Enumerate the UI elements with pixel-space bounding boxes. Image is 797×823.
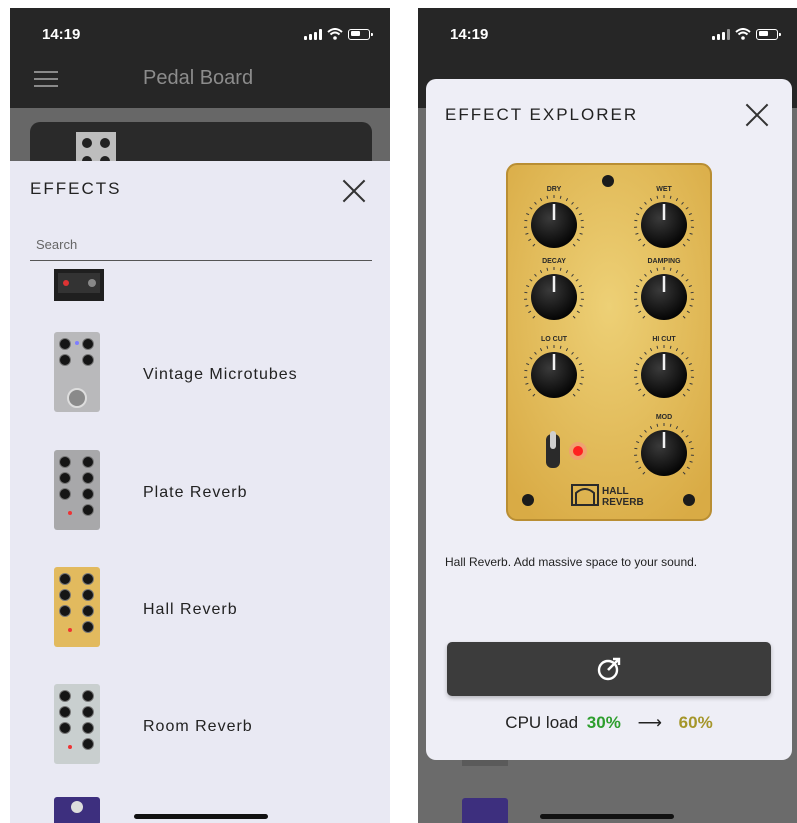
effect-label: Hall Reverb [143, 601, 238, 618]
logo-text-line1: HALL [602, 486, 629, 497]
screw-icon [683, 494, 695, 506]
knob-label: MOD [656, 414, 672, 421]
partial-effect-item[interactable] [54, 797, 100, 823]
effects-sheet: EFFECTS Vintage Microtubes [10, 161, 390, 823]
effect-item-plate-reverb[interactable]: Plate Reverb [10, 444, 390, 544]
app-title: Pedal Board [143, 67, 254, 89]
menu-icon[interactable] [34, 71, 58, 87]
room-reverb-pedal-icon [54, 684, 100, 764]
status-time: 14:19 [450, 25, 489, 43]
knob-label: DRY [547, 186, 562, 193]
status-bar: 14:19 [418, 8, 797, 60]
status-bar: 14:19 [10, 8, 390, 60]
led-indicator-core [573, 446, 583, 456]
partial-effect-item[interactable] [54, 269, 104, 301]
knob-label: DAMPING [647, 258, 681, 265]
status-icons [712, 28, 781, 40]
home-indicator[interactable] [134, 814, 268, 819]
effect-label: Vintage Microtubes [143, 366, 298, 383]
cpu-label: CPU load [505, 713, 579, 732]
effects-screen: 14:19 Pedal Board EFFECTS Search Vintage… [10, 8, 390, 823]
cpu-from: 30% [586, 713, 621, 732]
screw-icon [602, 175, 614, 187]
status-icons [304, 28, 373, 40]
knob-label: WET [656, 186, 672, 193]
purple-pedal-icon [71, 801, 83, 813]
hall-reverb-pedal: DRY WET DECAY DAMPING LO CUT HI CUT MOD HALL R… [506, 163, 712, 521]
background-item [462, 760, 508, 766]
screw-icon [522, 494, 534, 506]
amp-pedal-icon [54, 269, 104, 301]
arrow-icon: ⟶ [637, 713, 662, 732]
close-icon[interactable] [744, 102, 770, 128]
close-icon[interactable] [341, 178, 367, 204]
background-pedal-icon [462, 798, 508, 823]
effect-item-hall-reverb[interactable]: Hall Reverb [10, 561, 390, 661]
effect-description: Hall Reverb. Add massive space to your s… [445, 555, 698, 569]
wifi-icon [735, 28, 751, 40]
knob-label: HI CUT [652, 336, 676, 343]
toggle-lever [550, 431, 556, 449]
signal-icon [304, 28, 322, 40]
effect-explorer-modal: EFFECT EXPLORER DRY WET DECAY DAMPING LO… [426, 79, 792, 760]
status-time: 14:19 [42, 25, 81, 43]
add-effect-button[interactable] [447, 642, 771, 696]
sheet-title: EFFECTS [30, 179, 122, 198]
cpu-to: 60% [678, 713, 713, 732]
effect-item-room-reverb[interactable]: Room Reverb [10, 678, 390, 778]
plate-reverb-pedal-icon [54, 450, 100, 530]
modal-title: EFFECT EXPLORER [445, 105, 639, 124]
wifi-icon [327, 28, 343, 40]
cpu-load: CPU load 30% ⟶ 60% [426, 713, 792, 733]
logo-text-line2: REVERB [602, 497, 644, 508]
effect-label: Room Reverb [143, 718, 253, 735]
signal-icon [712, 28, 730, 40]
battery-icon [756, 28, 781, 40]
effect-label: Plate Reverb [143, 484, 248, 501]
effect-item-vintage-microtubes[interactable]: Vintage Microtubes [10, 326, 390, 426]
vintage-microtubes-pedal-icon [54, 332, 100, 412]
hall-reverb-pedal-icon [54, 567, 100, 647]
tuning-knob-icon [597, 657, 621, 681]
knob-label: DECAY [542, 258, 566, 265]
battery-icon [348, 28, 373, 40]
search-input[interactable] [30, 229, 372, 261]
effect-explorer-screen: 14:19 EFFECT EXPLORER DRY WET DECAY DAMP… [418, 8, 797, 823]
pedal-graphic: DRY WET DECAY DAMPING LO CUT HI CUT MOD HALL R… [506, 163, 712, 521]
home-indicator[interactable] [540, 814, 674, 819]
knob-label: LO CUT [541, 336, 568, 343]
